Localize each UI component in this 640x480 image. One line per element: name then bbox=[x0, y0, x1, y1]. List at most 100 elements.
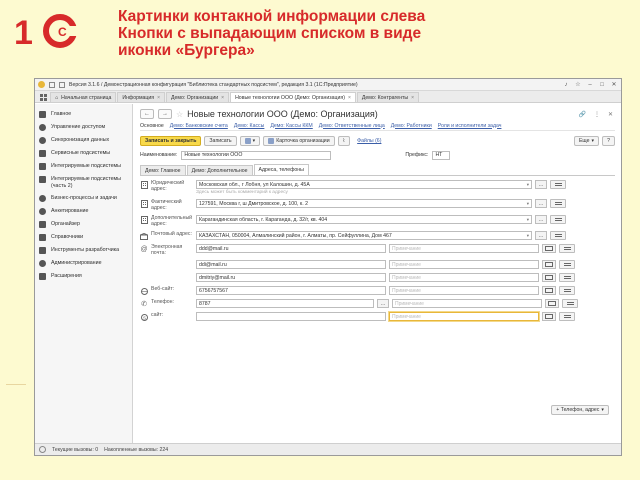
nav-link-main[interactable]: Основное bbox=[140, 123, 164, 129]
chevron-down-icon[interactable]: ▾ bbox=[527, 182, 529, 188]
organizer-icon bbox=[39, 221, 46, 228]
close-icon[interactable]: × bbox=[411, 95, 414, 101]
tab-counterparties[interactable]: Демо: Контрагенты × bbox=[356, 92, 420, 102]
star-icon[interactable]: ☆ bbox=[574, 81, 582, 88]
burger-menu-button[interactable] bbox=[550, 215, 566, 224]
back-button[interactable]: ← bbox=[140, 109, 154, 119]
burger-menu-button[interactable] bbox=[562, 299, 578, 308]
prefix-field[interactable]: НТ bbox=[432, 150, 451, 160]
select-button[interactable]: … bbox=[535, 215, 547, 224]
email-input[interactable]: dmitriy@mail.ru bbox=[196, 273, 386, 282]
add-contact-button[interactable]: + Телефон, адрес ▾ bbox=[551, 405, 609, 415]
nav-link-employees[interactable]: Демо: Работники bbox=[391, 123, 432, 129]
burger-menu-button[interactable] bbox=[559, 273, 575, 282]
save-button[interactable]: Записать bbox=[204, 136, 237, 146]
email-input[interactable]: ddi@mail.ru bbox=[196, 260, 386, 269]
open-site-button[interactable] bbox=[542, 286, 556, 295]
tab-demo-main[interactable]: Демо: Главное bbox=[140, 165, 186, 175]
call-button[interactable] bbox=[545, 299, 559, 308]
sidebar-item-devtools[interactable]: Инструменты разработчика bbox=[35, 244, 132, 257]
tab-organizations[interactable]: Демо: Организации × bbox=[166, 92, 230, 102]
sidebar-item-processes[interactable]: Бизнес-процессы и задачи bbox=[35, 192, 132, 205]
sidebar-item-integrated-2[interactable]: Интегрируемые подсистемы (часть 2) bbox=[35, 173, 132, 192]
website-input[interactable]: 6756757567 bbox=[196, 286, 386, 295]
sidebar-item-service[interactable]: Сервисные подсистемы bbox=[35, 147, 132, 160]
send-mail-button[interactable] bbox=[542, 273, 556, 282]
note-field[interactable]: Примечание bbox=[389, 260, 539, 269]
history-icon[interactable] bbox=[59, 81, 65, 88]
burger-menu-button[interactable] bbox=[550, 180, 566, 189]
phone-input[interactable]: 8787 bbox=[196, 299, 374, 308]
close-icon[interactable]: × bbox=[348, 95, 351, 101]
sidebar-item-organizer[interactable]: Органайзер bbox=[35, 218, 132, 231]
files-link[interactable]: Файлы (6) bbox=[353, 136, 385, 146]
maximize-button[interactable]: □ bbox=[598, 82, 606, 88]
bell-icon[interactable]: ♪ bbox=[562, 82, 570, 88]
burger-menu-button[interactable] bbox=[559, 260, 575, 269]
sidebar-item-extensions[interactable]: Расширения bbox=[35, 270, 132, 283]
nav-link-roles[interactable]: Роли и исполнители задач bbox=[438, 123, 502, 129]
chevron-down-icon[interactable]: ▾ bbox=[527, 201, 529, 207]
tab-information[interactable]: Информация × bbox=[117, 92, 166, 102]
more-icon[interactable]: ⋮ bbox=[592, 111, 602, 118]
send-mail-button[interactable] bbox=[542, 244, 556, 253]
open-button[interactable] bbox=[542, 312, 556, 321]
grid-icon[interactable] bbox=[37, 92, 49, 102]
chevron-down-icon[interactable]: ▾ bbox=[527, 217, 529, 223]
close-icon[interactable]: × bbox=[157, 95, 160, 101]
email-input[interactable]: ddd@mail.ru bbox=[196, 244, 386, 253]
sidebar-item-catalogs[interactable]: Справочники bbox=[35, 231, 132, 244]
more-button[interactable]: Еще ▾ bbox=[573, 136, 600, 146]
note-field[interactable]: Примечание bbox=[389, 244, 539, 253]
gear-icon[interactable] bbox=[39, 446, 46, 453]
close-icon[interactable]: ✕ bbox=[606, 111, 615, 118]
tab-demo-additional[interactable]: Демо: Дополнительное bbox=[186, 165, 253, 175]
org-card-button[interactable]: Карточка организации bbox=[263, 136, 335, 146]
note-field[interactable]: Примечание bbox=[389, 273, 539, 282]
nav-link-cash-kkm[interactable]: Демо: Кассы ККМ bbox=[270, 123, 312, 129]
minimize-button[interactable]: – bbox=[586, 82, 594, 88]
burger-menu-button[interactable] bbox=[559, 244, 575, 253]
close-icon[interactable]: × bbox=[221, 95, 224, 101]
favorite-star-icon[interactable]: ☆ bbox=[176, 110, 183, 119]
legal-address-input[interactable]: Московская обл., г Лобня, ул Калошин, д.… bbox=[196, 180, 532, 189]
link-icon[interactable]: 🔗 bbox=[576, 111, 587, 118]
sidebar-item-sync[interactable]: Синхронизация данных bbox=[35, 134, 132, 147]
nav-link-responsible[interactable]: Демо: Ответственные лица bbox=[319, 123, 385, 129]
menu-icon[interactable] bbox=[49, 81, 55, 88]
tab-home[interactable]: ⌂ Начальная страница bbox=[50, 92, 117, 102]
site-input[interactable] bbox=[196, 312, 386, 321]
burger-menu-button[interactable] bbox=[550, 231, 566, 240]
postal-address-input[interactable]: КАЗАХСТАН, 050004, Алмалинский район, г.… bbox=[196, 231, 532, 240]
tab-addresses-phones[interactable]: Адреса, телефоны bbox=[253, 164, 309, 175]
note-field[interactable]: Примечание bbox=[389, 286, 539, 295]
attach-button[interactable]: ⌇ bbox=[337, 136, 351, 146]
select-button[interactable]: … bbox=[535, 231, 547, 240]
help-button[interactable]: ? bbox=[602, 136, 615, 146]
nav-link-bank-accounts[interactable]: Демо: Банковские счета bbox=[170, 123, 228, 129]
close-button[interactable]: ✕ bbox=[610, 81, 618, 88]
select-button[interactable]: … bbox=[377, 299, 389, 308]
burger-menu-button[interactable] bbox=[559, 312, 575, 321]
sidebar-item-integrated[interactable]: Интегрируемые подсистемы bbox=[35, 160, 132, 173]
select-button[interactable]: … bbox=[535, 199, 547, 208]
sidebar-item-main[interactable]: Главное bbox=[35, 108, 132, 121]
note-field-focused[interactable]: Примечание bbox=[389, 312, 539, 321]
burger-menu-button[interactable] bbox=[550, 199, 566, 208]
note-field[interactable]: Примечание bbox=[392, 299, 542, 308]
save-and-close-button[interactable]: Записать и закрыть bbox=[140, 136, 202, 146]
sidebar-item-admin[interactable]: Администрирование bbox=[35, 257, 132, 270]
tab-organization-form[interactable]: Новые технологии ООО (Демо: Организация)… bbox=[230, 92, 356, 102]
sidebar-item-access[interactable]: Управление доступом bbox=[35, 121, 132, 134]
chevron-down-icon[interactable]: ▾ bbox=[527, 233, 529, 239]
name-field[interactable]: Новые технологии ООО bbox=[181, 150, 332, 160]
burger-menu-button[interactable] bbox=[559, 286, 575, 295]
actual-address-input[interactable]: 127591, Москва г, ш Дмитровское, д. 100,… bbox=[196, 199, 532, 208]
forward-button[interactable]: → bbox=[158, 109, 172, 119]
send-mail-button[interactable] bbox=[542, 260, 556, 269]
select-button[interactable]: … bbox=[535, 180, 547, 189]
nav-link-cash[interactable]: Демо: Кассы bbox=[234, 123, 265, 129]
additional-address-input[interactable]: Карагандинская область, г. Караганда, д.… bbox=[196, 215, 532, 224]
print-button[interactable]: ▾ bbox=[239, 136, 261, 146]
sidebar-item-surveys[interactable]: Анкетирование bbox=[35, 205, 132, 218]
